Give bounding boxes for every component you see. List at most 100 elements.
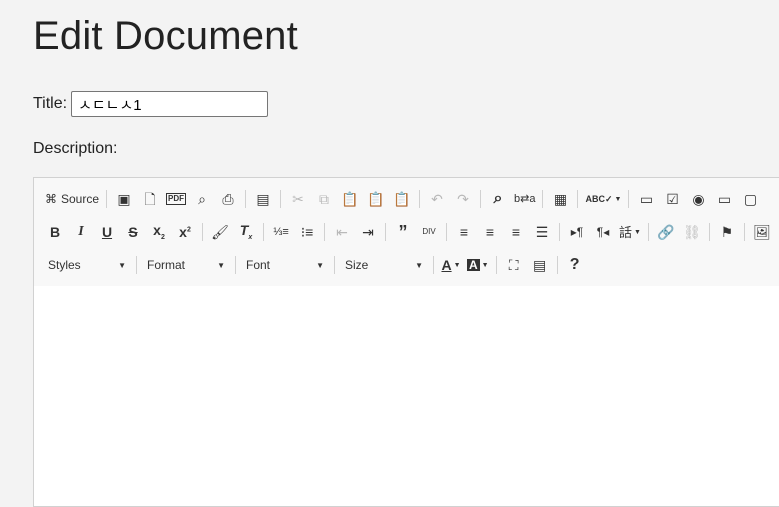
cut-button[interactable]: ✂ (286, 187, 310, 211)
numbered-list-button[interactable]: ⅓≡ (269, 220, 293, 244)
superscript-button[interactable]: x2 (173, 220, 197, 244)
preview-button[interactable]: ⌕ (190, 187, 214, 211)
rtl-button[interactable]: ¶◂ (591, 220, 615, 244)
toolbar-separator (385, 223, 386, 241)
copy-formatting-button[interactable]: 🖌 (208, 220, 232, 244)
form-button[interactable]: ▭ (634, 187, 658, 211)
toolbar-separator (708, 223, 710, 241)
justify-button[interactable]: ☰ (530, 220, 554, 244)
chevron-down-icon: ▼ (118, 260, 126, 270)
toolbar-separator (556, 256, 558, 274)
bulleted-list-button[interactable]: ⁝≡ (295, 220, 319, 244)
replace-button[interactable]: b⇄a (512, 187, 537, 211)
align-left-button[interactable]: ≡ (452, 220, 476, 244)
styles-combo-label: Styles (48, 258, 81, 272)
radio-button[interactable]: ◉ (686, 187, 710, 211)
blockquote-button[interactable]: ” (391, 220, 415, 244)
export-pdf-button[interactable]: PDF (164, 187, 188, 211)
save-button[interactable]: ▣ (112, 187, 136, 211)
subscript-button[interactable]: x2 (147, 220, 171, 244)
background-color-button[interactable]: A ▼ (465, 253, 491, 277)
find-button[interactable]: ⌕ (486, 187, 510, 211)
checkbox-button[interactable]: ☑ (660, 187, 684, 211)
paste-word-button[interactable]: 📋 (390, 187, 414, 211)
underline-icon: U (101, 224, 113, 240)
undo-button[interactable]: ↶ (425, 187, 449, 211)
link-button[interactable]: 🔗 (654, 220, 678, 244)
text-field-button[interactable]: ▭ (712, 187, 736, 211)
replace-icon: b⇄a (514, 192, 536, 205)
create-div-button[interactable]: DIV (417, 220, 441, 244)
redo-icon: ↷ (457, 191, 469, 207)
toolbar-separator (202, 223, 203, 241)
maximize-button[interactable]: ⛶ (502, 253, 526, 277)
chevron-down-icon: ▼ (481, 261, 489, 269)
paste-button[interactable]: 📋 (338, 187, 362, 211)
text-field-icon: ▭ (717, 191, 732, 207)
font-combo[interactable]: Font ▼ (240, 253, 330, 277)
spellcheck-button[interactable]: ABC✓ ▼ (583, 187, 623, 211)
toolbar-row-2: B I U S x2 x2 🖌 Tx ⅓≡ ⁝≡ ⇤ ⇥ ” DIV ≡ ≡ ≡… (42, 219, 775, 245)
image-icon: 🖼 (753, 224, 771, 240)
underline-button[interactable]: U (95, 220, 119, 244)
textarea-icon: ▢ (743, 191, 758, 207)
paste-word-icon: 📋 (393, 191, 411, 207)
flag-icon: ⚑ (720, 224, 734, 240)
size-combo[interactable]: Size ▼ (339, 253, 429, 277)
textarea-button[interactable]: ▢ (738, 187, 762, 211)
indent-button[interactable]: ⇥ (356, 220, 380, 244)
strike-button[interactable]: S (121, 220, 145, 244)
editor-content-area[interactable] (34, 286, 779, 506)
styles-combo[interactable]: Styles ▼ (42, 253, 132, 277)
maximize-icon: ⛶ (508, 257, 519, 273)
text-color-button[interactable]: A ▼ (439, 253, 463, 277)
source-button[interactable]: ⌘ Source (43, 187, 101, 211)
redo-button[interactable]: ↷ (451, 187, 475, 211)
italic-button[interactable]: I (69, 220, 93, 244)
chevron-down-icon: ▼ (316, 260, 324, 270)
paste-text-button[interactable]: 📋 (364, 187, 388, 211)
print-button[interactable]: ⎙ (216, 187, 240, 211)
remove-format-button[interactable]: Tx (234, 220, 258, 244)
checkbox-icon: ☑ (666, 191, 679, 207)
rich-text-editor: ⌘ Source ▣ 🗋 PDF ⌕ ⎙ ▤ ✂ ⧉ 📋 📋 📋 ↶ ↷ ⌕ b… (33, 177, 779, 507)
copy-button[interactable]: ⧉ (312, 187, 336, 211)
show-blocks-button[interactable]: ▤ (528, 253, 552, 277)
title-label: Title: (33, 95, 68, 112)
language-button[interactable]: 話 ▼ (617, 220, 643, 244)
toolbar-separator (334, 256, 335, 274)
ltr-button[interactable]: ▸¶ (565, 220, 589, 244)
paintbrush-icon: 🖌 (211, 224, 229, 240)
chevron-down-icon: ▼ (453, 261, 461, 269)
image-button[interactable]: 🖼 (750, 220, 774, 244)
strikethrough-icon: S (128, 224, 138, 240)
size-combo-label: Size (345, 258, 369, 272)
link-icon: 🔗 (657, 224, 675, 240)
radio-icon: ◉ (692, 191, 705, 207)
templates-button[interactable]: ▤ (251, 187, 275, 211)
toolbar-separator (419, 190, 421, 208)
toolbar-separator (263, 223, 264, 241)
div-icon: DIV (422, 227, 436, 236)
background-color-icon: A (467, 258, 480, 272)
format-combo[interactable]: Format ▼ (141, 253, 231, 277)
about-button[interactable]: ? (563, 253, 587, 277)
title-input[interactable] (71, 91, 269, 117)
align-center-button[interactable]: ≡ (478, 220, 502, 244)
description-label: Description: (33, 140, 118, 157)
bold-button[interactable]: B (43, 220, 67, 244)
outdent-button[interactable]: ⇤ (330, 220, 354, 244)
rtl-icon: ¶◂ (596, 225, 610, 239)
toolbar-separator (245, 190, 247, 208)
align-right-button[interactable]: ≡ (504, 220, 528, 244)
source-label: Source (61, 192, 100, 206)
toolbar-separator (577, 190, 579, 208)
align-right-icon: ≡ (511, 224, 521, 240)
toolbar-separator (542, 190, 544, 208)
unlink-button[interactable]: ⛓ (680, 220, 704, 244)
page-title: Edit Document (33, 14, 298, 58)
new-page-button[interactable]: 🗋 (138, 187, 162, 211)
select-all-button[interactable]: ▦ (548, 187, 572, 211)
anchor-button[interactable]: ⚑ (715, 220, 739, 244)
toolbar-separator (743, 223, 745, 241)
